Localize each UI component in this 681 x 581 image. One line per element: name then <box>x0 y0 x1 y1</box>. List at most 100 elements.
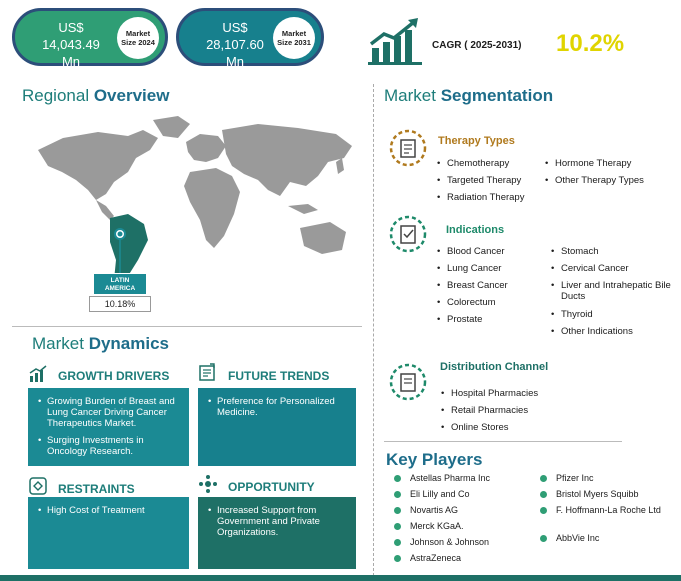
market-dynamics-heading-plain: Market <box>32 334 89 353</box>
market-size-2031-badge: Market Size 2031 <box>273 17 315 59</box>
bullet-dot-icon <box>394 555 401 562</box>
indication-item: Prostate <box>437 314 547 331</box>
key-player-item: Novartis AG <box>394 505 534 521</box>
key-player-item: AbbVie Inc <box>540 533 675 549</box>
therapy-types-icon <box>389 129 427 167</box>
key-player-name: Johnson & Johnson <box>410 537 490 547</box>
vertical-divider <box>373 84 374 576</box>
distribution-channel-item: Online Stores <box>441 422 581 439</box>
key-player-item: Astellas Pharma Inc <box>394 473 534 489</box>
future-trends-title: FUTURE TRENDS <box>228 369 330 383</box>
bullet-dot-icon <box>540 475 547 482</box>
latin-america-share: 10.18% <box>89 296 151 312</box>
indication-item: Liver and Intrahepatic Bile Ducts <box>551 280 675 309</box>
divider-segmentation <box>384 441 622 442</box>
therapy-type-item: Other Therapy Types <box>545 175 670 192</box>
restraints-icon <box>29 477 47 495</box>
market-size-2024-badge: Market Size 2024 <box>117 17 159 59</box>
bullet-dot-icon <box>540 535 547 542</box>
market-size-2031-pill: US$ 28,107.60 Mn Market Size 2031 <box>176 8 324 69</box>
opportunity-item: Increased Support from Government and Pr… <box>208 505 350 538</box>
indications-title: Indications <box>446 224 505 236</box>
key-player-item: Eli Lilly and Co <box>394 489 534 505</box>
indication-item: Cervical Cancer <box>551 263 675 280</box>
key-players-list-2: Pfizer Inc Bristol Myers Squibb F. Hoffm… <box>540 473 675 549</box>
key-player-item: Bristol Myers Squibb <box>540 489 675 505</box>
key-player-name: Eli Lilly and Co <box>410 489 470 499</box>
therapy-type-item: Radiation Therapy <box>437 192 547 209</box>
bullet-dot-icon <box>394 475 401 482</box>
market-segmentation-heading-bold: Segmentation <box>440 86 554 105</box>
world-map <box>38 116 352 288</box>
cagr-label: CAGR ( 2025-2031) <box>432 40 522 51</box>
market-segmentation-heading-plain: Market <box>384 86 441 105</box>
regional-overview-heading-bold: Overview <box>93 86 170 105</box>
indication-item: Colorectum <box>437 297 547 314</box>
divider-regional <box>12 326 362 327</box>
bullet-dot-icon <box>540 507 547 514</box>
market-size-2031-value: US$ 28,107.60 Mn <box>206 20 264 69</box>
cagr-value: 10.2% <box>556 30 625 57</box>
therapy-types-title: Therapy Types <box>438 135 515 147</box>
growth-chart-icon <box>368 18 422 65</box>
restraint-item: High Cost of Treatment <box>38 505 183 516</box>
indication-item: Thyroid <box>551 309 675 326</box>
indication-item: Lung Cancer <box>437 263 547 280</box>
market-size-2024-pill: US$ 14,043.49 Mn Market Size 2024 <box>12 8 168 69</box>
key-player-name: Bristol Myers Squibb <box>556 489 639 499</box>
key-player-name: F. Hoffmann-La Roche Ltd <box>556 505 661 515</box>
bullet-dot-icon <box>394 523 401 530</box>
indication-item: Stomach <box>551 246 675 263</box>
market-segmentation-heading: Market Segmentation <box>384 86 553 106</box>
distribution-channel-item: Hospital Pharmacies <box>441 388 581 405</box>
key-player-item: Johnson & Johnson <box>394 537 534 553</box>
key-player-item: F. Hoffmann-La Roche Ltd <box>540 505 675 533</box>
growth-drivers-box: Growing Burden of Breast and Lung Cancer… <box>28 388 189 466</box>
opportunity-box: Increased Support from Government and Pr… <box>198 497 356 569</box>
key-player-name: AbbVie Inc <box>556 533 600 543</box>
key-players-heading: Key Players <box>386 450 483 469</box>
key-player-name: AstraZeneca <box>410 553 462 563</box>
growth-driver-item: Growing Burden of Breast and Lung Cancer… <box>38 396 183 429</box>
indications-icon <box>389 215 427 253</box>
bullet-dot-icon <box>394 491 401 498</box>
indications-list-1: Blood Cancer Lung Cancer Breast Cancer C… <box>437 246 547 331</box>
key-players-list-1: Astellas Pharma Inc Eli Lilly and Co Nov… <box>394 473 534 569</box>
growth-drivers-title: GROWTH DRIVERS <box>58 369 170 383</box>
key-player-item: Merck KGaA. <box>394 521 534 537</box>
growth-driver-item: Surging Investments in Oncology Research… <box>38 435 183 457</box>
indication-item: Blood Cancer <box>437 246 547 263</box>
indication-item: Other Indications <box>551 326 675 343</box>
future-trend-item: Preference for Personalized Medicine. <box>208 396 350 418</box>
key-player-name: Novartis AG <box>410 505 459 515</box>
opportunity-title: OPPORTUNITY <box>228 480 315 494</box>
regional-overview-heading-plain: Regional <box>22 86 94 105</box>
bullet-dot-icon <box>540 491 547 498</box>
key-player-name: Merck KGaA. <box>410 521 464 531</box>
indication-item: Breast Cancer <box>437 280 547 297</box>
opportunity-icon <box>199 475 217 493</box>
key-player-name: Pfizer Inc <box>556 473 594 483</box>
distribution-channel-title: Distribution Channel <box>440 361 549 373</box>
restraints-title: RESTRAINTS <box>58 482 135 496</box>
future-trends-box: Preference for Personalized Medicine. <box>198 388 356 466</box>
bullet-dot-icon <box>394 539 401 546</box>
restraints-box: High Cost of Treatment <box>28 497 189 569</box>
market-dynamics-heading-bold: Dynamics <box>88 334 170 353</box>
therapy-types-list-1: Chemotherapy Targeted Therapy Radiation … <box>437 158 547 209</box>
key-player-name: Astellas Pharma Inc <box>410 473 491 483</box>
distribution-channel-list: Hospital Pharmacies Retail Pharmacies On… <box>441 388 581 439</box>
therapy-type-item: Targeted Therapy <box>437 175 547 192</box>
key-player-item: AstraZeneca <box>394 553 534 569</box>
regional-overview-heading: Regional Overview <box>22 86 169 106</box>
footer-bar <box>0 575 681 581</box>
distribution-channel-item: Retail Pharmacies <box>441 405 581 422</box>
latin-america-label: LATIN AMERICA <box>93 273 147 295</box>
therapy-type-item: Chemotherapy <box>437 158 547 175</box>
indications-list-2: Stomach Cervical Cancer Liver and Intrah… <box>551 246 675 343</box>
bullet-dot-icon <box>394 507 401 514</box>
market-dynamics-heading: Market Dynamics <box>32 334 169 354</box>
distribution-channel-icon <box>389 363 427 401</box>
stats-band: US$ 14,043.49 Mn Market Size 2024 US$ 28,107… <box>0 0 681 78</box>
growth-drivers-icon <box>29 365 47 382</box>
